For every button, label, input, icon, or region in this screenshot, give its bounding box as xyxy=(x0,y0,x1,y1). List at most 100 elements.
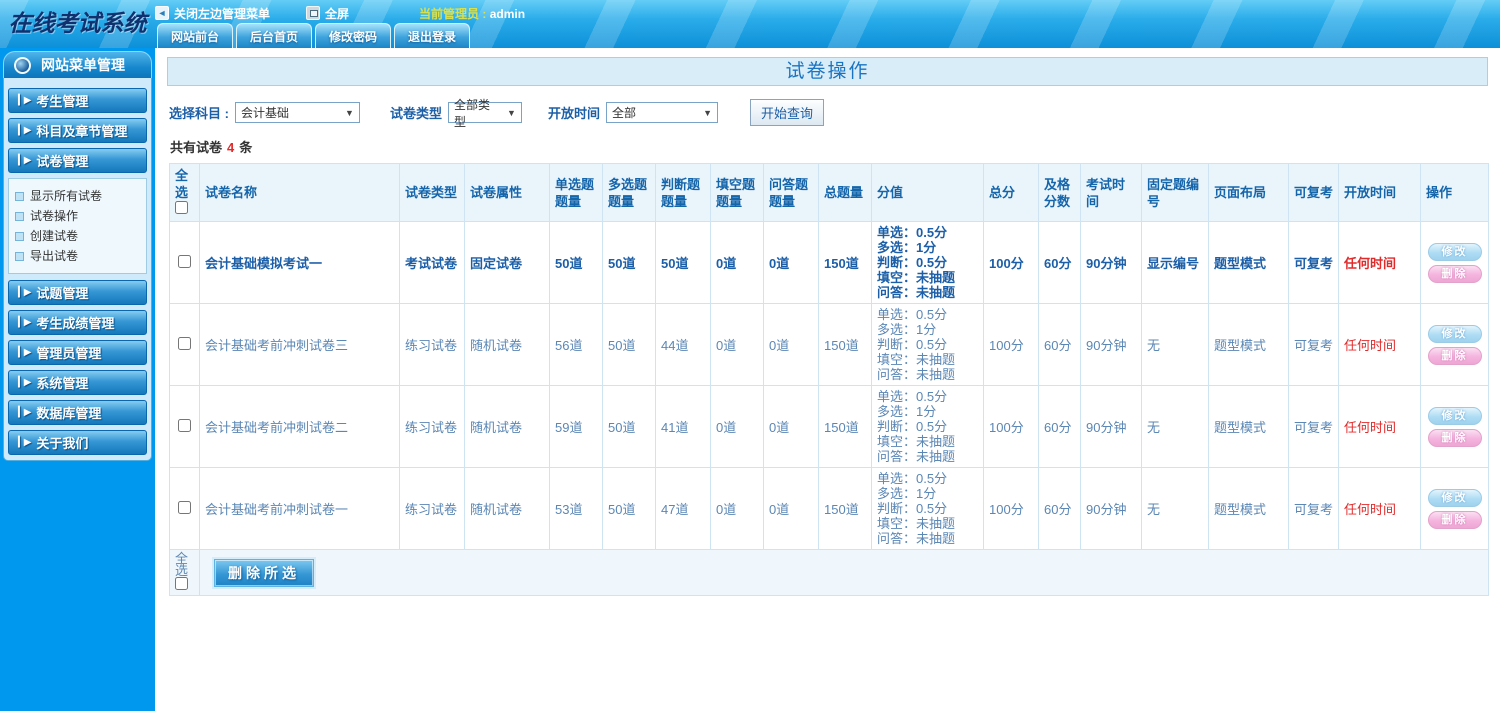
square-bullet-icon xyxy=(15,251,24,261)
result-count: 共有试卷 4 条 xyxy=(170,137,1500,156)
multi-count: 50道 xyxy=(602,385,656,468)
app-logo: 在线考试系统 xyxy=(8,10,147,37)
blank-count: 0道 xyxy=(710,385,764,468)
sidebar-item-admin-mgmt[interactable]: ▎▶ 管理员管理 xyxy=(8,340,147,365)
menu-arrow-icon: ▎▶ xyxy=(18,377,31,388)
row-operations: 修改 删除 xyxy=(1420,467,1489,550)
menu-arrow-icon: ▎▶ xyxy=(18,437,31,448)
subject-select-value: 会计基础 xyxy=(240,106,289,120)
submenu-create-paper[interactable]: 创建试卷 xyxy=(15,226,140,246)
paper-attr: 随机试卷 xyxy=(464,467,550,550)
tab-admin-home[interactable]: 后台首页 xyxy=(236,23,313,48)
row-checkbox[interactable] xyxy=(178,418,191,432)
score-values: 单选：0.5分 多选：1分 判断：0.5分 填空：未抽题 问答：未抽题 xyxy=(871,221,984,304)
judge-count: 44道 xyxy=(655,303,711,386)
footer-select-all-checkbox[interactable] xyxy=(175,577,188,590)
menu-label: 考生管理 xyxy=(36,94,89,109)
paper-type-select[interactable]: 全部类型 ▼ xyxy=(447,98,522,129)
pass-score: 60分 xyxy=(1038,467,1081,550)
table-row: 会计基础考前冲刺试卷二 练习试卷 随机试卷 59道 50道 41道 0道 0道 … xyxy=(169,385,1489,468)
sidebar-item-question-mgmt[interactable]: ▎▶ 试题管理 xyxy=(8,280,147,305)
tab-change-password[interactable]: 修改密码 xyxy=(315,23,392,48)
qa-count: 0道 xyxy=(763,385,819,468)
menu-arrow-icon: ▎▶ xyxy=(18,407,31,418)
header-blank-count: 填空题题量 xyxy=(710,163,764,222)
multi-count: 50道 xyxy=(602,467,656,550)
total-score: 100分 xyxy=(983,221,1039,304)
paper-mgmt-submenu: 显示所有试卷 试卷操作 创建试卷 导出试卷 xyxy=(8,178,147,274)
sidebar-item-examinee-mgmt[interactable]: ▎▶ 考生管理 xyxy=(8,88,147,113)
blank-count: 0道 xyxy=(710,221,764,304)
multi-count: 50道 xyxy=(602,221,656,304)
tab-logout[interactable]: 退出登录 xyxy=(394,23,471,48)
score-values: 单选：0.5分 多选：1分 判断：0.5分 填空：未抽题 问答：未抽题 xyxy=(871,467,984,550)
menu-arrow-icon: ▎▶ xyxy=(18,125,31,136)
submenu-export-paper[interactable]: 导出试卷 xyxy=(15,246,140,266)
sidebar-item-score-mgmt[interactable]: ▎▶ 考生成绩管理 xyxy=(8,310,147,335)
menu-arrow-icon: ▎▶ xyxy=(18,95,31,106)
menu-label: 关于我们 xyxy=(36,436,89,451)
single-count: 59道 xyxy=(549,385,603,468)
edit-button[interactable]: 修改 xyxy=(1427,242,1482,261)
multi-count: 50道 xyxy=(602,303,656,386)
table-row: 会计基础模拟考试一 考试试卷 固定试卷 50道 50道 50道 0道 0道 15… xyxy=(169,221,1489,304)
fullscreen-label: 全屏 xyxy=(325,6,350,21)
total-count: 150道 xyxy=(818,303,872,386)
blank-count: 0道 xyxy=(710,303,764,386)
table-row: 会计基础考前冲刺试卷三 练习试卷 随机试卷 56道 50道 44道 0道 0道 … xyxy=(169,303,1489,386)
delete-button[interactable]: 删除 xyxy=(1427,346,1482,365)
delete-button[interactable]: 删除 xyxy=(1427,264,1482,283)
sidebar-item-database-mgmt[interactable]: ▎▶ 数据库管理 xyxy=(8,400,147,425)
tab-site-front[interactable]: 网站前台 xyxy=(157,23,234,48)
filter-bar: 选择科目 : 会计基础 ▼ 试卷类型 全部类型 ▼ 开放时间 全部 ▼ 开始查询 xyxy=(169,98,1500,129)
pass-score: 60分 xyxy=(1038,221,1081,304)
papers-table: 全选 试卷名称 试卷类型 试卷属性 单选题题量 多选题题量 判断题题量 填空题题… xyxy=(169,163,1489,596)
row-checkbox[interactable] xyxy=(178,254,191,268)
paper-attr: 随机试卷 xyxy=(464,385,550,468)
menu-label: 管理员管理 xyxy=(36,346,102,361)
close-left-menu-button[interactable]: ◄ 关闭左边管理菜单 xyxy=(155,5,270,22)
menu-label: 科目及章节管理 xyxy=(36,124,128,139)
row-checkbox[interactable] xyxy=(178,336,191,350)
open-select-value: 全部 xyxy=(611,106,636,120)
header-judge-count: 判断题题量 xyxy=(655,163,711,222)
submenu-label: 试卷操作 xyxy=(30,209,79,223)
sidebar-item-about-us[interactable]: ▎▶ 关于我们 xyxy=(8,430,147,455)
page-layout: 题型模式 xyxy=(1208,385,1289,468)
paper-attr: 固定试卷 xyxy=(464,221,550,304)
sidebar-item-paper-mgmt[interactable]: ▎▶ 试卷管理 xyxy=(8,148,147,173)
select-all-checkbox[interactable] xyxy=(175,201,188,214)
paper-name: 会计基础考前冲刺试卷一 xyxy=(199,467,400,550)
retake: 可复考 xyxy=(1288,303,1339,386)
single-count: 56道 xyxy=(549,303,603,386)
judge-count: 41道 xyxy=(655,385,711,468)
subject-select[interactable]: 会计基础 ▼ xyxy=(234,102,360,123)
delete-button[interactable]: 删除 xyxy=(1427,428,1482,447)
edit-button[interactable]: 修改 xyxy=(1427,488,1482,507)
count-value: 4 xyxy=(227,140,235,155)
row-checkbox[interactable] xyxy=(178,500,191,514)
header-pass-score: 及格分数 xyxy=(1038,163,1081,222)
delete-selected-button[interactable]: 删除所选 xyxy=(214,558,314,587)
footer-actions-cell: 删除所选 xyxy=(199,549,1489,596)
sidebar-item-subject-chapter-mgmt[interactable]: ▎▶ 科目及章节管理 xyxy=(8,118,147,143)
blank-count: 0道 xyxy=(710,467,764,550)
fullscreen-button[interactable]: 全屏 xyxy=(306,5,349,22)
exam-duration: 90分钟 xyxy=(1080,467,1142,550)
count-suffix: 条 xyxy=(239,140,253,155)
edit-button[interactable]: 修改 xyxy=(1427,406,1482,425)
open-time-filter-label: 开放时间 xyxy=(547,106,600,121)
sidebar-item-system-mgmt[interactable]: ▎▶ 系统管理 xyxy=(8,370,147,395)
main-content: 试卷操作 选择科目 : 会计基础 ▼ 试卷类型 全部类型 ▼ 开放时间 全部 ▼… xyxy=(155,48,1500,711)
submenu-show-all-papers[interactable]: 显示所有试卷 xyxy=(15,186,140,206)
edit-button[interactable]: 修改 xyxy=(1427,324,1482,343)
delete-button[interactable]: 删除 xyxy=(1427,510,1482,529)
count-prefix: 共有试卷 xyxy=(170,140,223,155)
sidebar-title: 网站菜单管理 xyxy=(41,57,125,73)
search-button[interactable]: 开始查询 xyxy=(749,99,824,126)
menu-arrow-icon: ▎▶ xyxy=(18,347,31,358)
submenu-paper-operations[interactable]: 试卷操作 xyxy=(15,206,140,226)
menu-arrow-icon: ▎▶ xyxy=(18,155,31,166)
type-select-value: 全部类型 xyxy=(453,97,490,129)
open-time-select[interactable]: 全部 ▼ xyxy=(605,102,718,123)
